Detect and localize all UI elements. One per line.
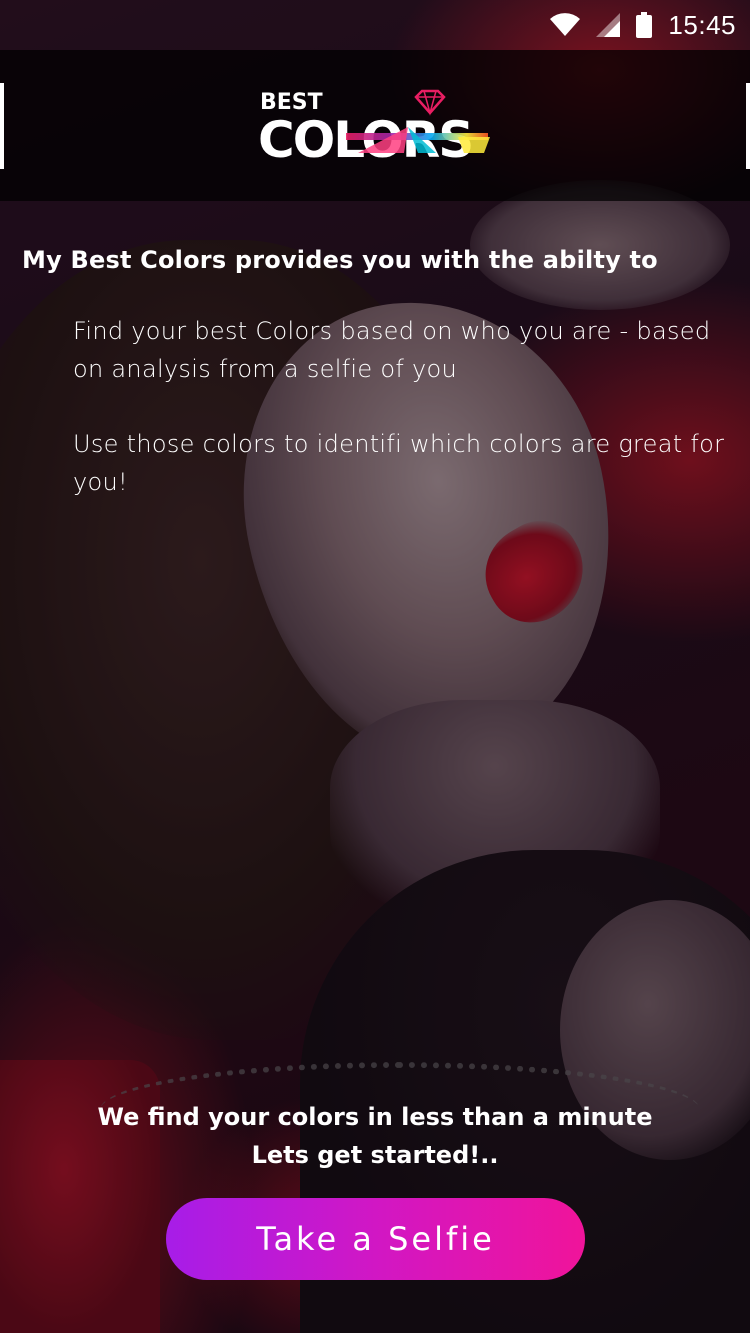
cellular-signal-icon — [596, 13, 621, 37]
take-selfie-button[interactable]: Take a Selfie — [166, 1198, 585, 1280]
status-bar: 15:45 — [0, 0, 750, 50]
header-edge-left — [0, 83, 4, 169]
cta-line-1: We find your colors in less than a minut… — [97, 1103, 653, 1131]
feature-list: Find your best Colors based on who you a… — [73, 312, 738, 538]
feature-item: Use those colors to identifi which color… — [73, 430, 725, 496]
intro-title: My Best Colors provides you with the abi… — [22, 246, 658, 274]
battery-icon — [636, 12, 653, 38]
feature-item: Find your best Colors based on who you a… — [73, 317, 711, 383]
app-header: BEST COLORS — [0, 50, 750, 201]
best-colors-logo: BEST COLORS — [258, 87, 494, 169]
diamond-icon — [414, 89, 446, 116]
header-edge-right — [746, 83, 750, 169]
cta-text: We find your colors in less than a minut… — [0, 1098, 750, 1174]
wifi-icon — [550, 13, 581, 37]
status-time: 15:45 — [668, 9, 736, 40]
cta-line-2: Lets get started!.. — [251, 1141, 499, 1169]
